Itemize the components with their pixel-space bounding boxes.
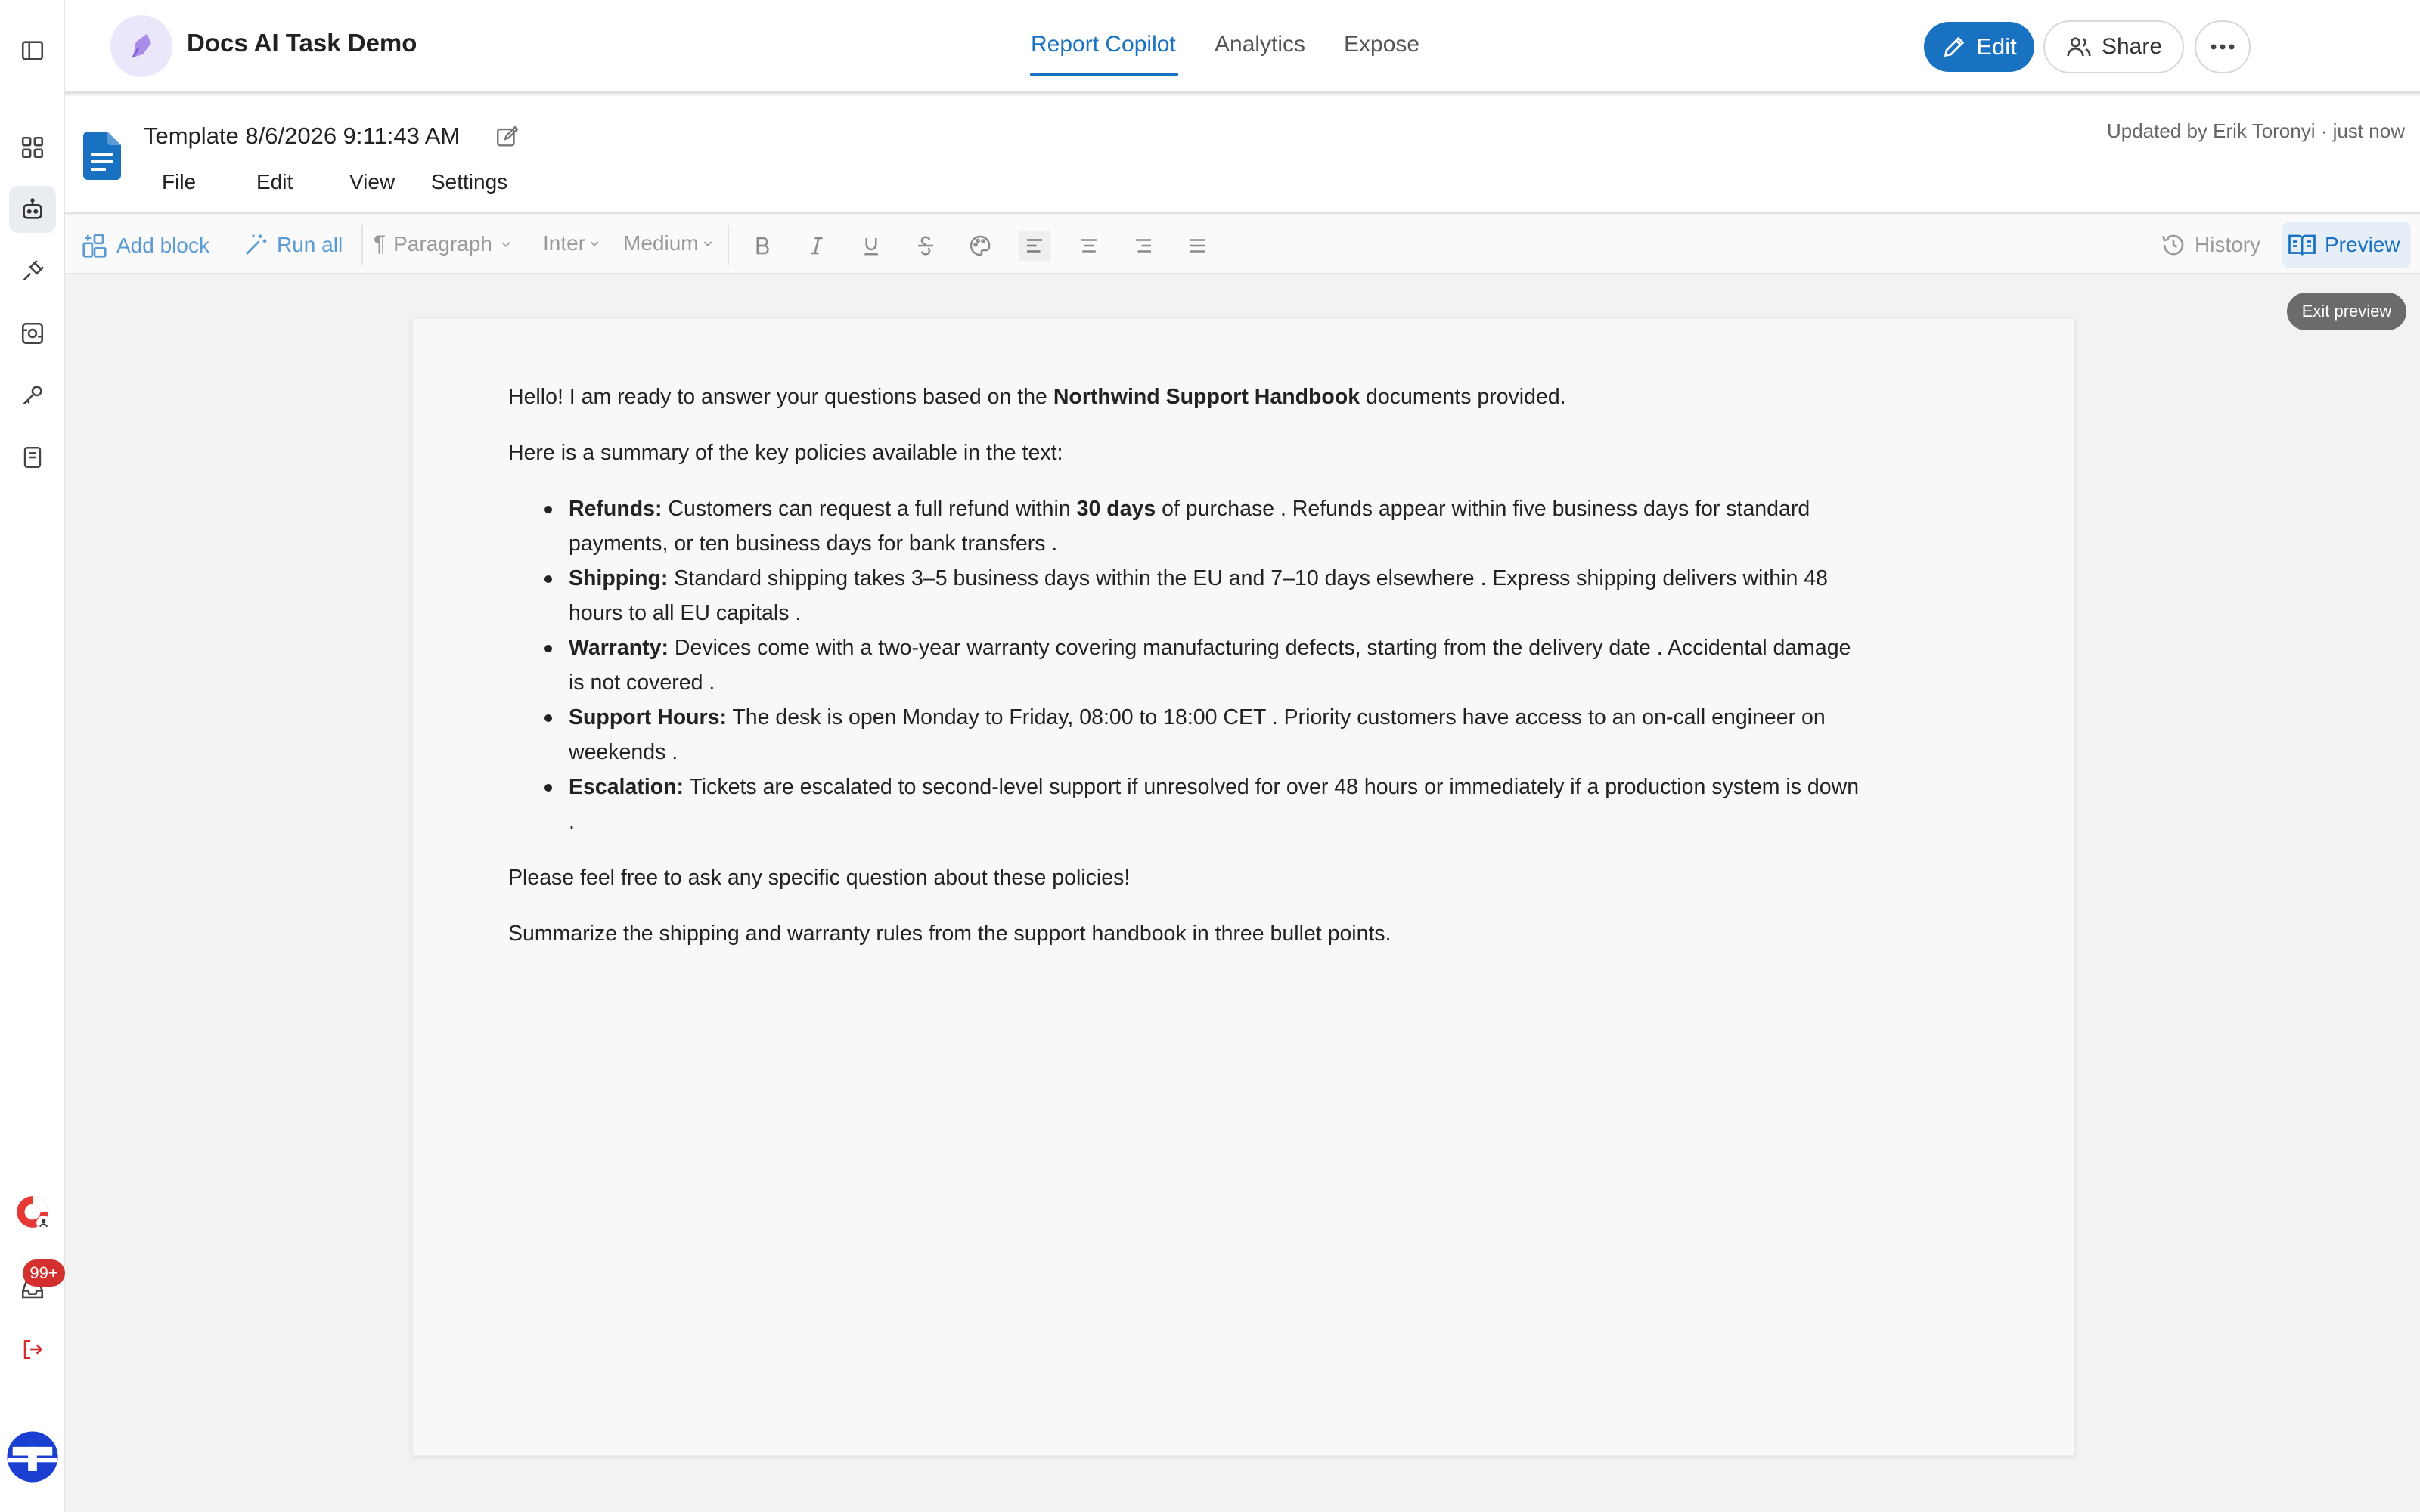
summary-paragraph: Here is a summary of the key policies av… (508, 441, 1063, 465)
tab-expose[interactable]: Expose (1344, 32, 1419, 57)
chevron-down-icon (590, 241, 599, 246)
bullet-text: Standard shipping takes 3–5 business day… (569, 566, 1828, 625)
align-justify-icon[interactable] (1183, 231, 1213, 261)
align-left-icon[interactable] (1019, 231, 1050, 261)
edit-button[interactable]: Edit (1924, 22, 2034, 72)
plug-icon[interactable] (9, 248, 56, 295)
font-family-select[interactable]: Inter (543, 231, 600, 256)
bold-icon[interactable] (747, 231, 777, 261)
bullet-label: Escalation: (569, 775, 684, 799)
underline-icon[interactable] (856, 231, 886, 261)
add-block-button[interactable]: Add block (80, 231, 209, 260)
font-family-label: Inter (543, 231, 586, 255)
chevron-down-icon (501, 242, 510, 247)
dashboard-grid-icon[interactable] (9, 124, 56, 171)
active-tab-indicator (1030, 73, 1178, 76)
document-icon (83, 132, 121, 180)
document-title[interactable]: Template 8/6/2026 9:11:43 AM (144, 122, 460, 150)
edit-button-label: Edit (1976, 33, 2017, 60)
bot-icon[interactable] (9, 186, 56, 233)
strikethrough-icon[interactable] (911, 231, 941, 261)
list-item: Escalation: Tickets are escalated to sec… (544, 770, 1869, 839)
list-item: Support Hours: The desk is open Monday t… (544, 700, 1869, 770)
pilcrow-icon: ¶ (374, 231, 386, 256)
bullet-label: Support Hours: (569, 705, 727, 730)
paragraph-style-label: Paragraph (393, 232, 492, 256)
font-weight-select[interactable]: Medium (623, 231, 714, 256)
more-options-button[interactable] (2195, 20, 2251, 73)
preview-label: Preview (2325, 233, 2400, 256)
app-title: Docs AI Task Demo (187, 29, 417, 57)
add-block-icon (82, 234, 107, 258)
users-icon (2067, 37, 2091, 57)
run-all-label: Run all (277, 233, 343, 256)
italic-icon[interactable] (802, 231, 832, 261)
pencil-icon (1944, 36, 1965, 57)
menu-edit[interactable]: Edit (256, 170, 293, 194)
font-weight-label: Medium (623, 231, 699, 255)
bullet-text: Devices come with a two-year warranty co… (569, 636, 1851, 695)
notification-count-badge: 99+ (23, 1259, 65, 1287)
intro-text: Hello! I am ready to answer your questio… (508, 385, 1053, 409)
rename-icon[interactable] (495, 124, 520, 150)
menu-view[interactable]: View (349, 170, 395, 194)
toolbar-divider (728, 225, 729, 265)
chevron-down-icon (703, 241, 712, 246)
app-logo (110, 15, 172, 77)
bullet-label: Shipping: (569, 566, 669, 590)
scan-settings-icon[interactable] (9, 310, 56, 357)
support-lifebuoy-icon[interactable] (9, 1188, 56, 1235)
list-item: Shipping: Standard shipping takes 3–5 bu… (544, 561, 1869, 631)
align-center-icon[interactable] (1074, 231, 1104, 261)
menu-settings[interactable]: Settings (431, 170, 507, 194)
run-all-button[interactable]: Run all (242, 231, 343, 259)
bullet-text: The desk is open Monday to Friday, 08:00… (569, 705, 1826, 764)
history-button[interactable]: History (2160, 231, 2260, 259)
toggle-sidebar-icon[interactable] (9, 27, 56, 74)
intro-paragraph: Hello! I am ready to answer your questio… (508, 380, 1869, 414)
add-block-label: Add block (116, 234, 209, 257)
menu-file[interactable]: File (162, 170, 196, 194)
more-dots-icon (2211, 44, 2235, 50)
last-updated-text: Updated by Erik Toronyi · just now (2106, 119, 2405, 142)
handbook-name: Northwind Support Handbook (1053, 385, 1360, 409)
share-button[interactable]: Share (2043, 20, 2184, 73)
paragraph-style-select[interactable]: ¶ Paragraph (374, 231, 512, 257)
tab-report-copilot[interactable]: Report Copilot (1031, 32, 1176, 57)
history-label: History (2195, 233, 2261, 256)
notebook-icon[interactable] (9, 434, 56, 481)
exit-preview-tooltip: Exit preview (2287, 293, 2406, 330)
list-item: Refunds: Customers can request a full re… (544, 491, 1869, 561)
preview-button[interactable]: Preview (2287, 231, 2400, 259)
list-item: Warranty: Devices come with a two-year w… (544, 631, 1869, 700)
book-open-icon (2288, 234, 2316, 256)
magic-wand-icon (246, 234, 267, 255)
bullet-bold: 30 days (1076, 497, 1156, 521)
logout-icon[interactable] (9, 1326, 56, 1373)
color-palette-icon[interactable] (965, 231, 995, 261)
bullet-text: Tickets are escalated to second-level su… (569, 775, 1860, 834)
key-icon[interactable] (9, 372, 56, 419)
policy-list: Refunds: Customers can request a full re… (508, 491, 1869, 839)
prompt-paragraph: Summarize the shipping and warranty rule… (508, 922, 1392, 946)
share-button-label: Share (2101, 34, 2163, 59)
bullet-text: Customers can request a full refund with… (662, 497, 1077, 521)
toolbar-divider (361, 225, 363, 265)
bullet-label: Warranty: (569, 636, 669, 660)
document-page: Hello! I am ready to answer your questio… (411, 318, 2075, 1456)
document-header (65, 96, 2420, 214)
user-avatar[interactable] (5, 1429, 60, 1485)
align-right-icon[interactable] (1128, 231, 1159, 261)
history-icon (2162, 234, 2184, 256)
closing-paragraph: Please feel free to ask any specific que… (508, 866, 1131, 890)
document-content: Hello! I am ready to answer your questio… (508, 380, 1869, 972)
bullet-label: Refunds: (569, 497, 662, 521)
tab-analytics[interactable]: Analytics (1215, 32, 1305, 57)
intro-text-end: documents provided. (1360, 385, 1566, 409)
